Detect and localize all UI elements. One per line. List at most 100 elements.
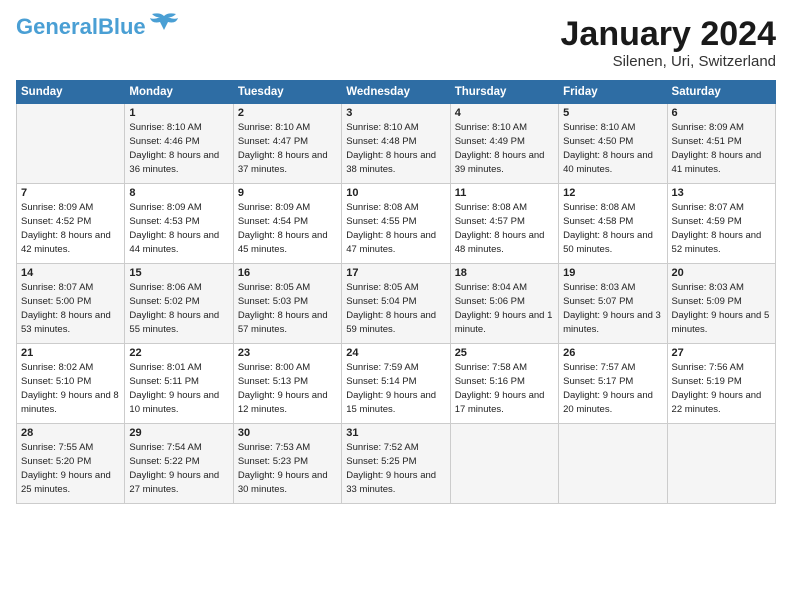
day-info: Sunrise: 8:03 AMSunset: 5:09 PMDaylight:… xyxy=(672,281,771,336)
day-number: 1 xyxy=(129,107,228,119)
sunset: Sunset: 4:53 PM xyxy=(129,216,199,227)
day-number: 26 xyxy=(563,347,662,359)
sunrise: Sunrise: 8:03 AM xyxy=(672,282,744,293)
day-number: 19 xyxy=(563,267,662,279)
day-number: 25 xyxy=(455,347,554,359)
header: GeneralBlue January 2024 Silenen, Uri, S… xyxy=(16,16,776,70)
sunset: Sunset: 4:58 PM xyxy=(563,216,633,227)
sunrise: Sunrise: 8:09 AM xyxy=(238,202,310,213)
col-monday: Monday xyxy=(125,81,233,104)
calendar-cell: 20Sunrise: 8:03 AMSunset: 5:09 PMDayligh… xyxy=(667,264,775,344)
day-number: 14 xyxy=(21,267,120,279)
sunset: Sunset: 4:47 PM xyxy=(238,136,308,147)
day-number: 3 xyxy=(346,107,445,119)
sunrise: Sunrise: 8:10 AM xyxy=(563,122,635,133)
day-number: 12 xyxy=(563,187,662,199)
day-info: Sunrise: 7:55 AMSunset: 5:20 PMDaylight:… xyxy=(21,441,120,496)
daylight: Daylight: 9 hours and 10 minutes. xyxy=(129,390,219,415)
logo: GeneralBlue xyxy=(16,16,180,38)
daylight: Daylight: 8 hours and 53 minutes. xyxy=(21,310,111,335)
sunrise: Sunrise: 8:10 AM xyxy=(129,122,201,133)
sunset: Sunset: 4:52 PM xyxy=(21,216,91,227)
daylight: Daylight: 8 hours and 47 minutes. xyxy=(346,230,436,255)
sunset: Sunset: 4:49 PM xyxy=(455,136,525,147)
col-tuesday: Tuesday xyxy=(233,81,341,104)
day-number: 6 xyxy=(672,107,771,119)
daylight: Daylight: 8 hours and 57 minutes. xyxy=(238,310,328,335)
calendar-cell: 31Sunrise: 7:52 AMSunset: 5:25 PMDayligh… xyxy=(342,424,450,504)
sunset: Sunset: 5:14 PM xyxy=(346,376,416,387)
day-number: 27 xyxy=(672,347,771,359)
calendar-cell: 2Sunrise: 8:10 AMSunset: 4:47 PMDaylight… xyxy=(233,104,341,184)
calendar-cell: 30Sunrise: 7:53 AMSunset: 5:23 PMDayligh… xyxy=(233,424,341,504)
day-number: 20 xyxy=(672,267,771,279)
daylight: Daylight: 9 hours and 22 minutes. xyxy=(672,390,762,415)
day-info: Sunrise: 8:07 AMSunset: 4:59 PMDaylight:… xyxy=(672,201,771,256)
col-wednesday: Wednesday xyxy=(342,81,450,104)
month-title: January 2024 xyxy=(561,16,777,53)
sunset: Sunset: 5:23 PM xyxy=(238,456,308,467)
daylight: Daylight: 8 hours and 37 minutes. xyxy=(238,150,328,175)
calendar-cell: 13Sunrise: 8:07 AMSunset: 4:59 PMDayligh… xyxy=(667,184,775,264)
day-info: Sunrise: 8:00 AMSunset: 5:13 PMDaylight:… xyxy=(238,361,337,416)
col-sunday: Sunday xyxy=(17,81,125,104)
calendar-cell: 5Sunrise: 8:10 AMSunset: 4:50 PMDaylight… xyxy=(559,104,667,184)
sunset: Sunset: 5:09 PM xyxy=(672,296,742,307)
col-thursday: Thursday xyxy=(450,81,558,104)
col-saturday: Saturday xyxy=(667,81,775,104)
calendar-cell: 22Sunrise: 8:01 AMSunset: 5:11 PMDayligh… xyxy=(125,344,233,424)
day-info: Sunrise: 7:57 AMSunset: 5:17 PMDaylight:… xyxy=(563,361,662,416)
calendar-cell: 10Sunrise: 8:08 AMSunset: 4:55 PMDayligh… xyxy=(342,184,450,264)
sunset: Sunset: 5:06 PM xyxy=(455,296,525,307)
day-info: Sunrise: 8:03 AMSunset: 5:07 PMDaylight:… xyxy=(563,281,662,336)
sunset: Sunset: 5:07 PM xyxy=(563,296,633,307)
day-number: 31 xyxy=(346,427,445,439)
daylight: Daylight: 8 hours and 38 minutes. xyxy=(346,150,436,175)
sunset: Sunset: 5:17 PM xyxy=(563,376,633,387)
daylight: Daylight: 8 hours and 45 minutes. xyxy=(238,230,328,255)
sunset: Sunset: 5:22 PM xyxy=(129,456,199,467)
day-info: Sunrise: 8:06 AMSunset: 5:02 PMDaylight:… xyxy=(129,281,228,336)
calendar-cell: 11Sunrise: 8:08 AMSunset: 4:57 PMDayligh… xyxy=(450,184,558,264)
calendar-cell: 23Sunrise: 8:00 AMSunset: 5:13 PMDayligh… xyxy=(233,344,341,424)
calendar-week-row: 28 Sunrise: 7:55 AMSunset: 5:20 PMDayligh… xyxy=(17,424,776,504)
day-number: 8 xyxy=(129,187,228,199)
sunset: Sunset: 5:20 PM xyxy=(21,456,91,467)
sunset: Sunset: 5:03 PM xyxy=(238,296,308,307)
daylight: Daylight: 9 hours and 25 minutes. xyxy=(21,470,111,495)
sunrise: Sunrise: 7:57 AM xyxy=(563,362,635,373)
calendar-cell: 25 Sunrise: 7:58 AMSunset: 5:16 PMDayligh… xyxy=(450,344,558,424)
calendar-cell: 17Sunrise: 8:05 AMSunset: 5:04 PMDayligh… xyxy=(342,264,450,344)
calendar-week-row: 1 Sunrise: 8:10 AMSunset: 4:46 PMDaylight… xyxy=(17,104,776,184)
daylight: Daylight: 8 hours and 52 minutes. xyxy=(672,230,762,255)
calendar-cell xyxy=(17,104,125,184)
daylight: Daylight: 8 hours and 39 minutes. xyxy=(455,150,545,175)
day-number: 5 xyxy=(563,107,662,119)
location: Silenen, Uri, Switzerland xyxy=(561,53,777,70)
day-info: Sunrise: 7:58 AMSunset: 5:16 PMDaylight:… xyxy=(455,361,554,416)
sunset: Sunset: 4:54 PM xyxy=(238,216,308,227)
sunrise: Sunrise: 8:10 AM xyxy=(455,122,527,133)
calendar-cell: 4 Sunrise: 8:10 AM Sunset: 4:49 PM Daylight… xyxy=(450,104,558,184)
sunset: Sunset: 4:55 PM xyxy=(346,216,416,227)
calendar-cell: 6 Sunrise: 8:09 AMSunset: 4:51 PMDaylight… xyxy=(667,104,775,184)
day-info: Sunrise: 8:09 AMSunset: 4:51 PMDaylight:… xyxy=(672,121,771,176)
calendar-cell: 21Sunrise: 8:02 AMSunset: 5:10 PMDayligh… xyxy=(17,344,125,424)
day-info: Sunrise: 8:10 AMSunset: 4:46 PMDaylight:… xyxy=(129,121,228,176)
day-info: Sunrise: 8:09 AMSunset: 4:53 PMDaylight:… xyxy=(129,201,228,256)
day-info: Sunrise: 7:53 AMSunset: 5:23 PMDaylight:… xyxy=(238,441,337,496)
sunset: Sunset: 5:10 PM xyxy=(21,376,91,387)
day-info: Sunrise: 8:10 AMSunset: 4:47 PMDaylight:… xyxy=(238,121,337,176)
calendar-cell: 26Sunrise: 7:57 AMSunset: 5:17 PMDayligh… xyxy=(559,344,667,424)
calendar-cell: 9Sunrise: 8:09 AMSunset: 4:54 PMDaylight… xyxy=(233,184,341,264)
page-container: GeneralBlue January 2024 Silenen, Uri, S… xyxy=(0,0,792,514)
daylight: Daylight: 9 hours and 3 minutes. xyxy=(563,310,661,335)
day-number: 28 xyxy=(21,427,120,439)
daylight: Daylight: 8 hours and 48 minutes. xyxy=(455,230,545,255)
sunset: Sunset: 4:59 PM xyxy=(672,216,742,227)
day-info: Sunrise: 8:10 AM Sunset: 4:49 PM Daylight:… xyxy=(455,121,554,176)
day-number: 4 xyxy=(455,107,554,119)
calendar-cell: 8 Sunrise: 8:09 AMSunset: 4:53 PMDaylight… xyxy=(125,184,233,264)
day-info: Sunrise: 7:56 AMSunset: 5:19 PMDaylight:… xyxy=(672,361,771,416)
day-number: 18 xyxy=(455,267,554,279)
